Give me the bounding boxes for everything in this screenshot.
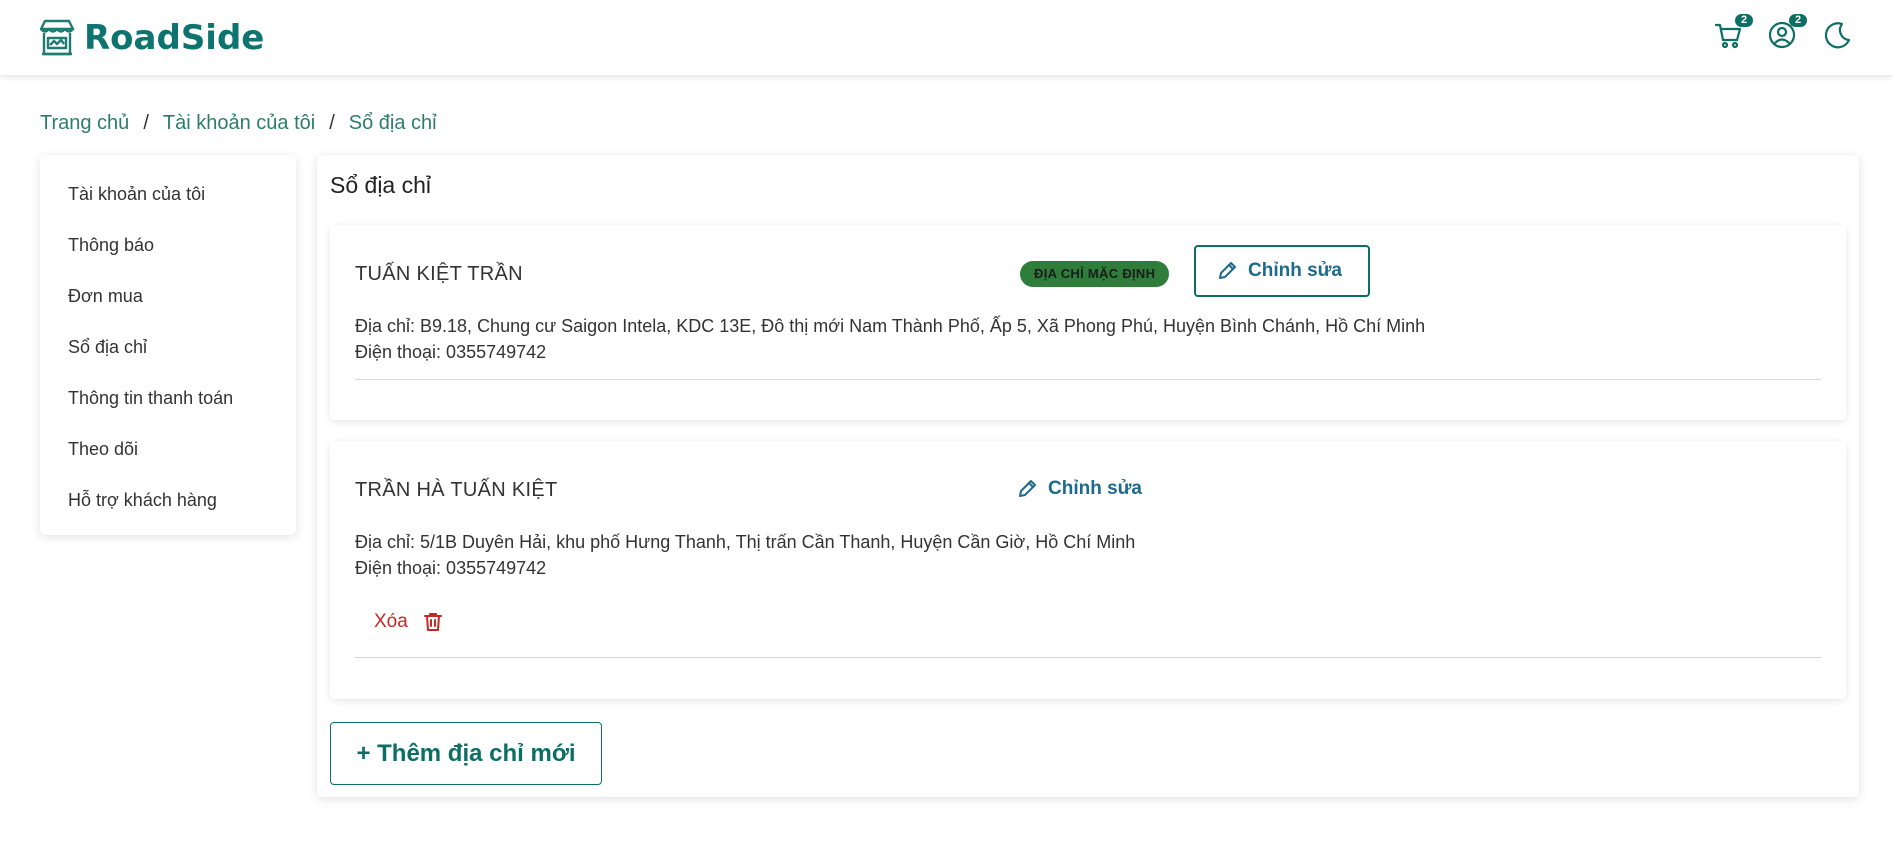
brand-name: RoadSide bbox=[84, 18, 265, 58]
breadcrumb-account[interactable]: Tài khoản của tôi bbox=[163, 112, 315, 135]
account-sidebar: Tài khoản của tôi Thông báo Đơn mua Sổ đ… bbox=[40, 155, 296, 535]
edit-address-button[interactable]: Chỉnh sửa bbox=[996, 463, 1168, 515]
sidebar-item-notifications[interactable]: Thông báo bbox=[40, 220, 296, 271]
default-address-badge: ĐỊA CHỈ MẶC ĐỊNH bbox=[1020, 261, 1170, 287]
address-line: Địa chỉ: B9.18, Chung cư Saigon Intela, … bbox=[355, 316, 1426, 336]
sidebar-item-address-book[interactable]: Sổ địa chỉ bbox=[40, 322, 296, 373]
card-divider bbox=[355, 379, 1821, 380]
edit-address-label: Chỉnh sửa bbox=[1048, 478, 1142, 499]
edit-address-label: Chỉnh sửa bbox=[1248, 260, 1342, 281]
edit-address-button[interactable]: Chỉnh sửa bbox=[1194, 245, 1370, 297]
page-title: Sổ địa chỉ bbox=[330, 172, 432, 198]
card-divider bbox=[355, 657, 1821, 658]
address-card: TRẦN HÀ TUẤN KIỆT Chỉnh sửa Địa chỉ: 5/1… bbox=[330, 441, 1846, 699]
pencil-icon bbox=[1219, 262, 1236, 279]
pencil-icon bbox=[1019, 480, 1036, 497]
delete-address-button[interactable]: Xóa bbox=[374, 611, 444, 633]
cart-count-badge: 2 bbox=[1735, 14, 1753, 27]
phone-line: Điện thoại: 0355749742 bbox=[355, 342, 547, 362]
sidebar-item-support[interactable]: Hỗ trợ khách hàng bbox=[40, 475, 296, 526]
account-count-badge: 2 bbox=[1789, 14, 1807, 27]
trash-icon bbox=[423, 613, 442, 631]
brand-logo[interactable]: RoadSide bbox=[36, 17, 264, 59]
sidebar-item-my-account[interactable]: Tài khoản của tôi bbox=[40, 169, 296, 220]
phone-line: Điện thoại: 0355749742 bbox=[355, 558, 547, 578]
address-line: Địa chỉ: 5/1B Duyên Hải, khu phố Hưng Th… bbox=[355, 532, 1136, 552]
address-card-default: TUẤN KIỆT TRẦN ĐỊA CHỈ MẶC ĐỊNH Chỉnh sử… bbox=[330, 225, 1846, 420]
store-logo-icon bbox=[39, 19, 75, 56]
breadcrumb-address-book[interactable]: Sổ địa chỉ bbox=[349, 112, 437, 135]
top-header: RoadSide 2 2 bbox=[0, 0, 1893, 75]
sidebar-item-orders[interactable]: Đơn mua bbox=[40, 271, 296, 322]
breadcrumb-home[interactable]: Trang chủ bbox=[40, 112, 129, 135]
moon-icon bbox=[1824, 22, 1851, 49]
address-book-panel: Sổ địa chỉ TUẤN KIỆT TRẦN ĐỊA CHỈ MẶC ĐỊ… bbox=[317, 155, 1859, 797]
cart-button[interactable]: 2 bbox=[1713, 14, 1753, 50]
recipient-name: TUẤN KIỆT TRẦN bbox=[355, 263, 523, 285]
delete-address-label: Xóa bbox=[374, 611, 408, 632]
theme-toggle-button[interactable] bbox=[1822, 20, 1852, 50]
sidebar-item-following[interactable]: Theo dõi bbox=[40, 424, 296, 475]
sidebar-item-payment-info[interactable]: Thông tin thanh toán bbox=[40, 373, 296, 424]
account-button[interactable]: 2 bbox=[1767, 14, 1807, 50]
add-address-button[interactable]: + Thêm địa chỉ mới bbox=[330, 722, 602, 785]
breadcrumb-separator: / bbox=[329, 112, 335, 134]
recipient-name: TRẦN HÀ TUẤN KIỆT bbox=[355, 479, 558, 501]
breadcrumb-separator: / bbox=[143, 112, 149, 134]
breadcrumb: Trang chủ / Tài khoản của tôi / Sổ địa c… bbox=[40, 112, 437, 135]
